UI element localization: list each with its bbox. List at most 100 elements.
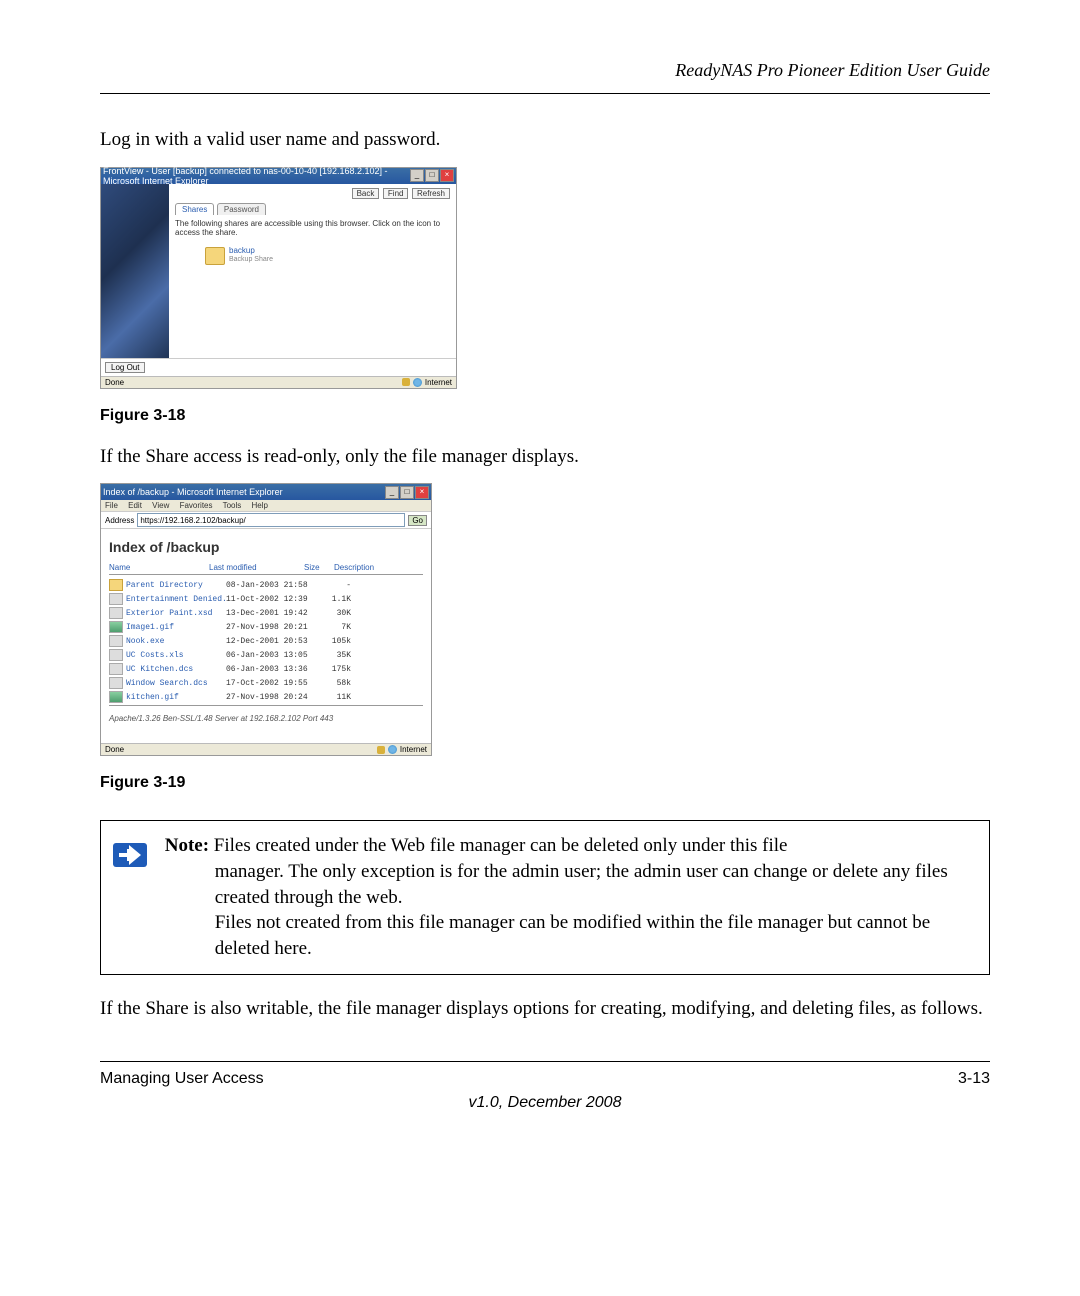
tab-shares[interactable]: Shares	[175, 203, 214, 215]
figure-caption-18: Figure 3-18	[100, 407, 990, 425]
refresh-button[interactable]: Refresh	[412, 188, 450, 199]
file-icon	[109, 663, 123, 675]
figure-caption-19: Figure 3-19	[100, 774, 990, 792]
find-button[interactable]: Find	[383, 188, 409, 199]
logout-button[interactable]: Log Out	[105, 362, 145, 373]
tab-password[interactable]: Password	[217, 203, 266, 215]
col-size[interactable]: Size	[304, 563, 334, 572]
file-date: 06-Jan-2003 13:36	[226, 665, 321, 674]
note-label: Note:	[165, 835, 209, 856]
maximize-icon[interactable]: □	[400, 486, 414, 499]
file-size: 105k	[321, 637, 351, 646]
address-label: Address	[105, 516, 134, 525]
folder-icon	[109, 579, 123, 591]
address-input[interactable]: https://192.168.2.102/backup/	[137, 513, 405, 527]
menu-bar[interactable]: File Edit View Favorites Tools Help	[101, 500, 431, 512]
file-name[interactable]: Window Search.dcs	[126, 679, 226, 688]
menu-favorites[interactable]: Favorites	[180, 501, 213, 510]
file-size: 7K	[321, 623, 351, 632]
share-name: backup	[229, 247, 273, 256]
col-description[interactable]: Description	[334, 563, 423, 572]
menu-view[interactable]: View	[152, 501, 169, 510]
file-name[interactable]: UC Costs.xls	[126, 651, 226, 660]
file-size: 35K	[321, 651, 351, 660]
col-name[interactable]: Name	[109, 563, 209, 572]
dir-row[interactable]: Parent Directory08-Jan-2003 21:58-	[109, 579, 423, 591]
header-rule	[100, 93, 990, 94]
footer-section: Managing User Access	[100, 1070, 264, 1088]
file-icon	[109, 593, 123, 605]
file-icon	[109, 607, 123, 619]
lock-icon	[402, 378, 410, 386]
file-date: 17-Oct-2002 19:55	[226, 679, 321, 688]
index-title: Index of /backup	[109, 539, 423, 555]
minimize-icon[interactable]: _	[410, 169, 424, 182]
file-icon	[109, 677, 123, 689]
file-name[interactable]: kitchen.gif	[126, 693, 226, 702]
file-date: 13-Dec-2001 19:42	[226, 609, 321, 618]
img-icon	[109, 621, 123, 633]
server-signature: Apache/1.3.26 Ben-SSL/1.48 Server at 192…	[109, 714, 423, 723]
menu-edit[interactable]: Edit	[128, 501, 142, 510]
dir-row[interactable]: Exterior Paint.xsd13-Dec-2001 19:4230K	[109, 607, 423, 619]
file-date: 11-Oct-2002 12:39	[226, 595, 321, 604]
file-date: 08-Jan-2003 21:58	[226, 581, 321, 590]
file-size: 175k	[321, 665, 351, 674]
back-button[interactable]: Back	[352, 188, 380, 199]
close-icon[interactable]: ×	[440, 169, 454, 182]
maximize-icon[interactable]: □	[425, 169, 439, 182]
paragraph-login: Log in with a valid user name and passwo…	[100, 128, 990, 153]
minimize-icon[interactable]: _	[385, 486, 399, 499]
dir-row[interactable]: Nook.exe12-Dec-2001 20:53105k	[109, 635, 423, 647]
paragraph-writable: If the Share is also writable, the file …	[100, 997, 990, 1022]
menu-tools[interactable]: Tools	[223, 501, 242, 510]
lock-icon	[377, 746, 385, 754]
close-icon[interactable]: ×	[415, 486, 429, 499]
dir-rule	[109, 574, 423, 575]
file-name[interactable]: Image1.gif	[126, 623, 226, 632]
file-date: 12-Dec-2001 20:53	[226, 637, 321, 646]
share-description: The following shares are accessible usin…	[175, 219, 450, 237]
dir-row[interactable]: UC Costs.xls06-Jan-2003 13:0535K	[109, 649, 423, 661]
note-box: Note: Files created under the Web file m…	[100, 820, 990, 974]
sidebar-image	[101, 184, 169, 358]
globe-icon	[388, 745, 397, 754]
window-title: FrontView - User [backup] connected to n…	[103, 166, 410, 186]
footer-page: 3-13	[958, 1070, 990, 1088]
folder-icon	[205, 247, 225, 265]
go-button[interactable]: Go	[408, 515, 427, 526]
statusbar-left: Done	[105, 378, 124, 387]
statusbar-right: Internet	[425, 378, 452, 387]
file-icon	[109, 635, 123, 647]
menu-file[interactable]: File	[105, 501, 118, 510]
col-modified[interactable]: Last modified	[209, 563, 304, 572]
menu-help[interactable]: Help	[252, 501, 268, 510]
dir-rule	[109, 705, 423, 706]
file-name[interactable]: UC Kitchen.dcs	[126, 665, 226, 674]
dir-row[interactable]: Image1.gif27-Nov-1998 20:217K	[109, 621, 423, 633]
dir-row[interactable]: Window Search.dcs17-Oct-2002 19:5558k	[109, 677, 423, 689]
file-size: 11K	[321, 693, 351, 702]
dir-header: Name Last modified Size Description	[109, 563, 423, 572]
globe-icon	[413, 378, 422, 387]
dir-row[interactable]: kitchen.gif27-Nov-1998 20:2411K	[109, 691, 423, 703]
dir-row[interactable]: Entertainment Denied.XSD11-Oct-2002 12:3…	[109, 593, 423, 605]
page-header: ReadyNAS Pro Pioneer Edition User Guide	[100, 60, 990, 81]
screenshot-frontview: FrontView - User [backup] connected to n…	[100, 167, 457, 389]
file-icon	[109, 649, 123, 661]
file-size: 30K	[321, 609, 351, 618]
screenshot-index: Index of /backup - Microsoft Internet Ex…	[100, 483, 432, 756]
file-name[interactable]: Entertainment Denied.XSD	[126, 595, 226, 604]
file-name[interactable]: Exterior Paint.xsd	[126, 609, 226, 618]
file-name[interactable]: Nook.exe	[126, 637, 226, 646]
note-line1a: Files created under the Web file manager…	[209, 835, 787, 856]
window-titlebar: Index of /backup - Microsoft Internet Ex…	[101, 484, 431, 500]
dir-row[interactable]: UC Kitchen.dcs06-Jan-2003 13:36175k	[109, 663, 423, 675]
note-line2: Files not created from this file manager…	[165, 910, 973, 961]
share-subtitle: Backup Share	[229, 256, 273, 264]
statusbar-right: Internet	[400, 745, 427, 754]
file-name[interactable]: Parent Directory	[126, 581, 226, 590]
footer-rule	[100, 1061, 990, 1062]
file-date: 27-Nov-1998 20:24	[226, 693, 321, 702]
share-item[interactable]: backup Backup Share	[175, 247, 450, 265]
